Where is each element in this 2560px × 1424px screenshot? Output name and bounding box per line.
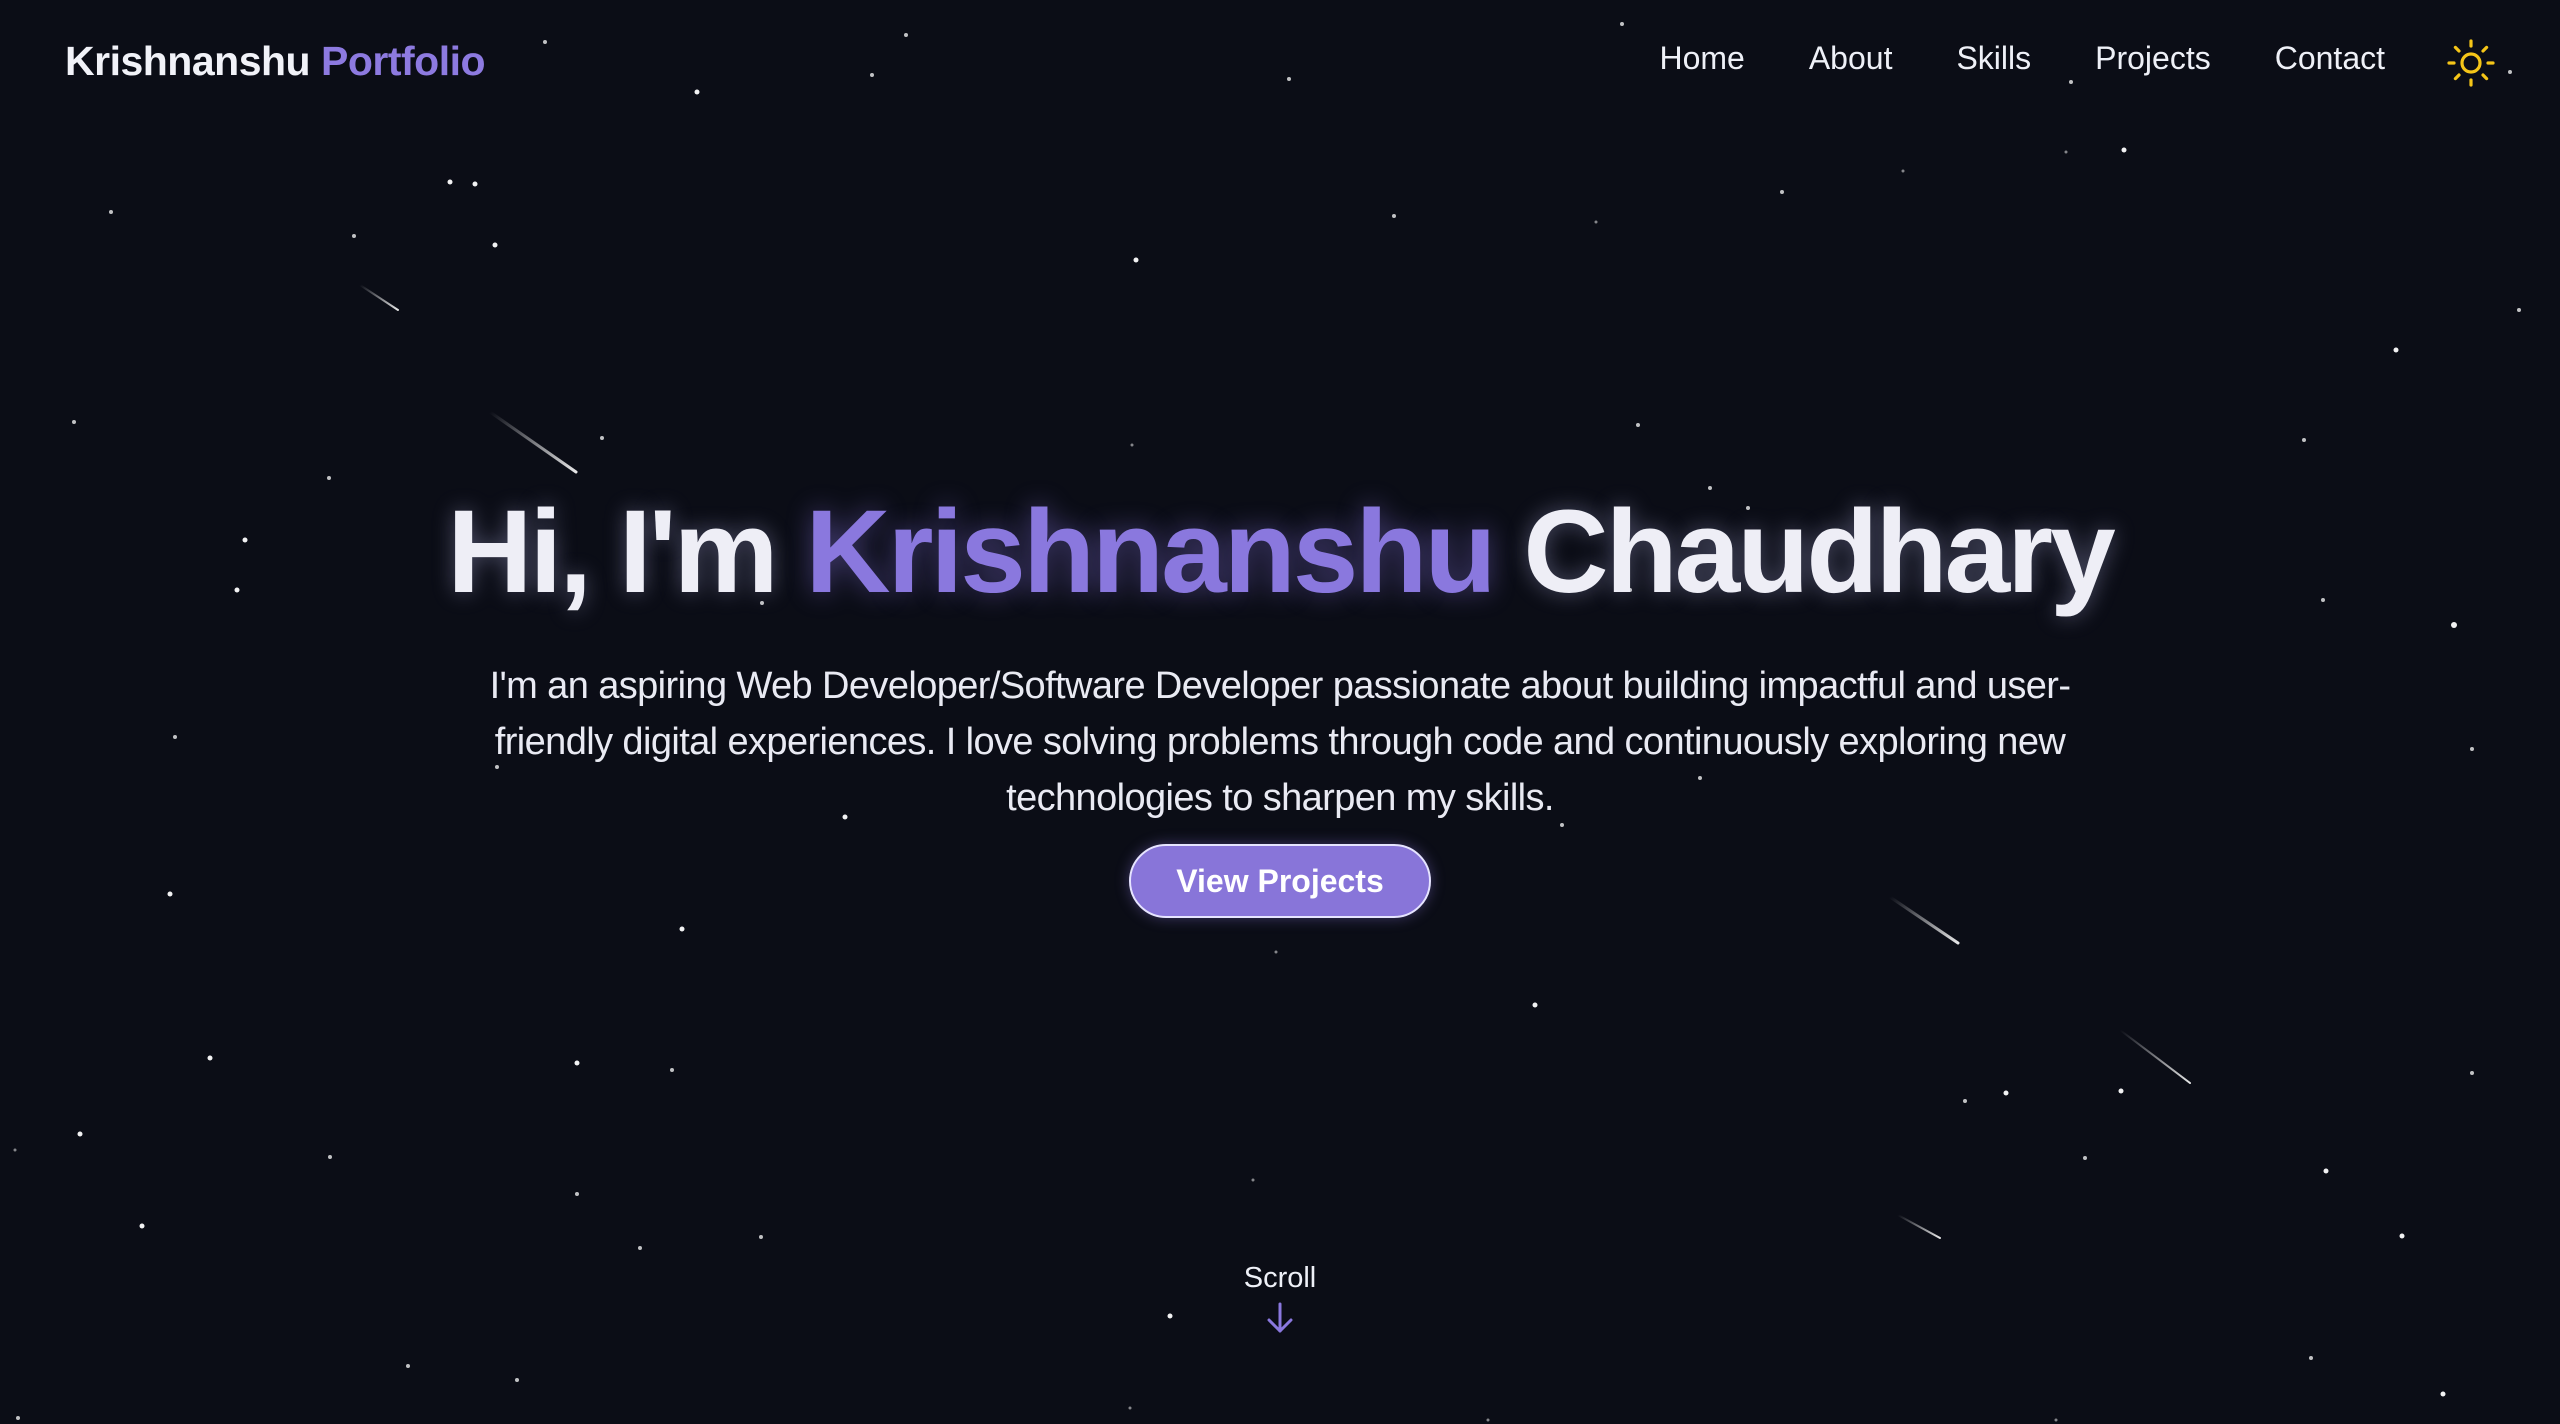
hero-description: I'm an aspiring Web Developer/Software D… [489,665,2071,819]
view-projects-button[interactable]: View Projects [1129,844,1431,918]
hero-last-name: Chaudhary [1523,486,2115,618]
nav-link-skills[interactable]: Skills [1956,40,2031,77]
nav-link-home[interactable]: Home [1659,40,1744,77]
nav-link-projects[interactable]: Projects [2095,40,2211,77]
portfolio-page: Krishnanshu Portfolio Home About Skills … [0,0,2560,1424]
sun-icon [2447,39,2495,87]
nav-link-about[interactable]: About [1809,40,1893,77]
theme-toggle-button[interactable] [2446,38,2496,88]
nav-link-contact[interactable]: Contact [2275,40,2385,77]
hero-greeting: Hi, I'm [447,486,778,618]
nav-menu: Home About Skills Projects Contact [1659,40,2385,77]
hero-title: Hi, I'm Krishnanshu Chaudhary [0,486,2560,618]
hero-section: Hi, I'm Krishnanshu Chaudhary I'm an asp… [0,0,2560,1424]
navbar: Krishnanshu Portfolio Home About Skills … [0,0,2560,126]
brand-accent: Portfolio [321,38,486,84]
hero-first-name: Krishnanshu [805,486,1496,618]
brand-logo[interactable]: Krishnanshu Portfolio [65,38,486,85]
brand-name: Krishnanshu [65,38,311,84]
